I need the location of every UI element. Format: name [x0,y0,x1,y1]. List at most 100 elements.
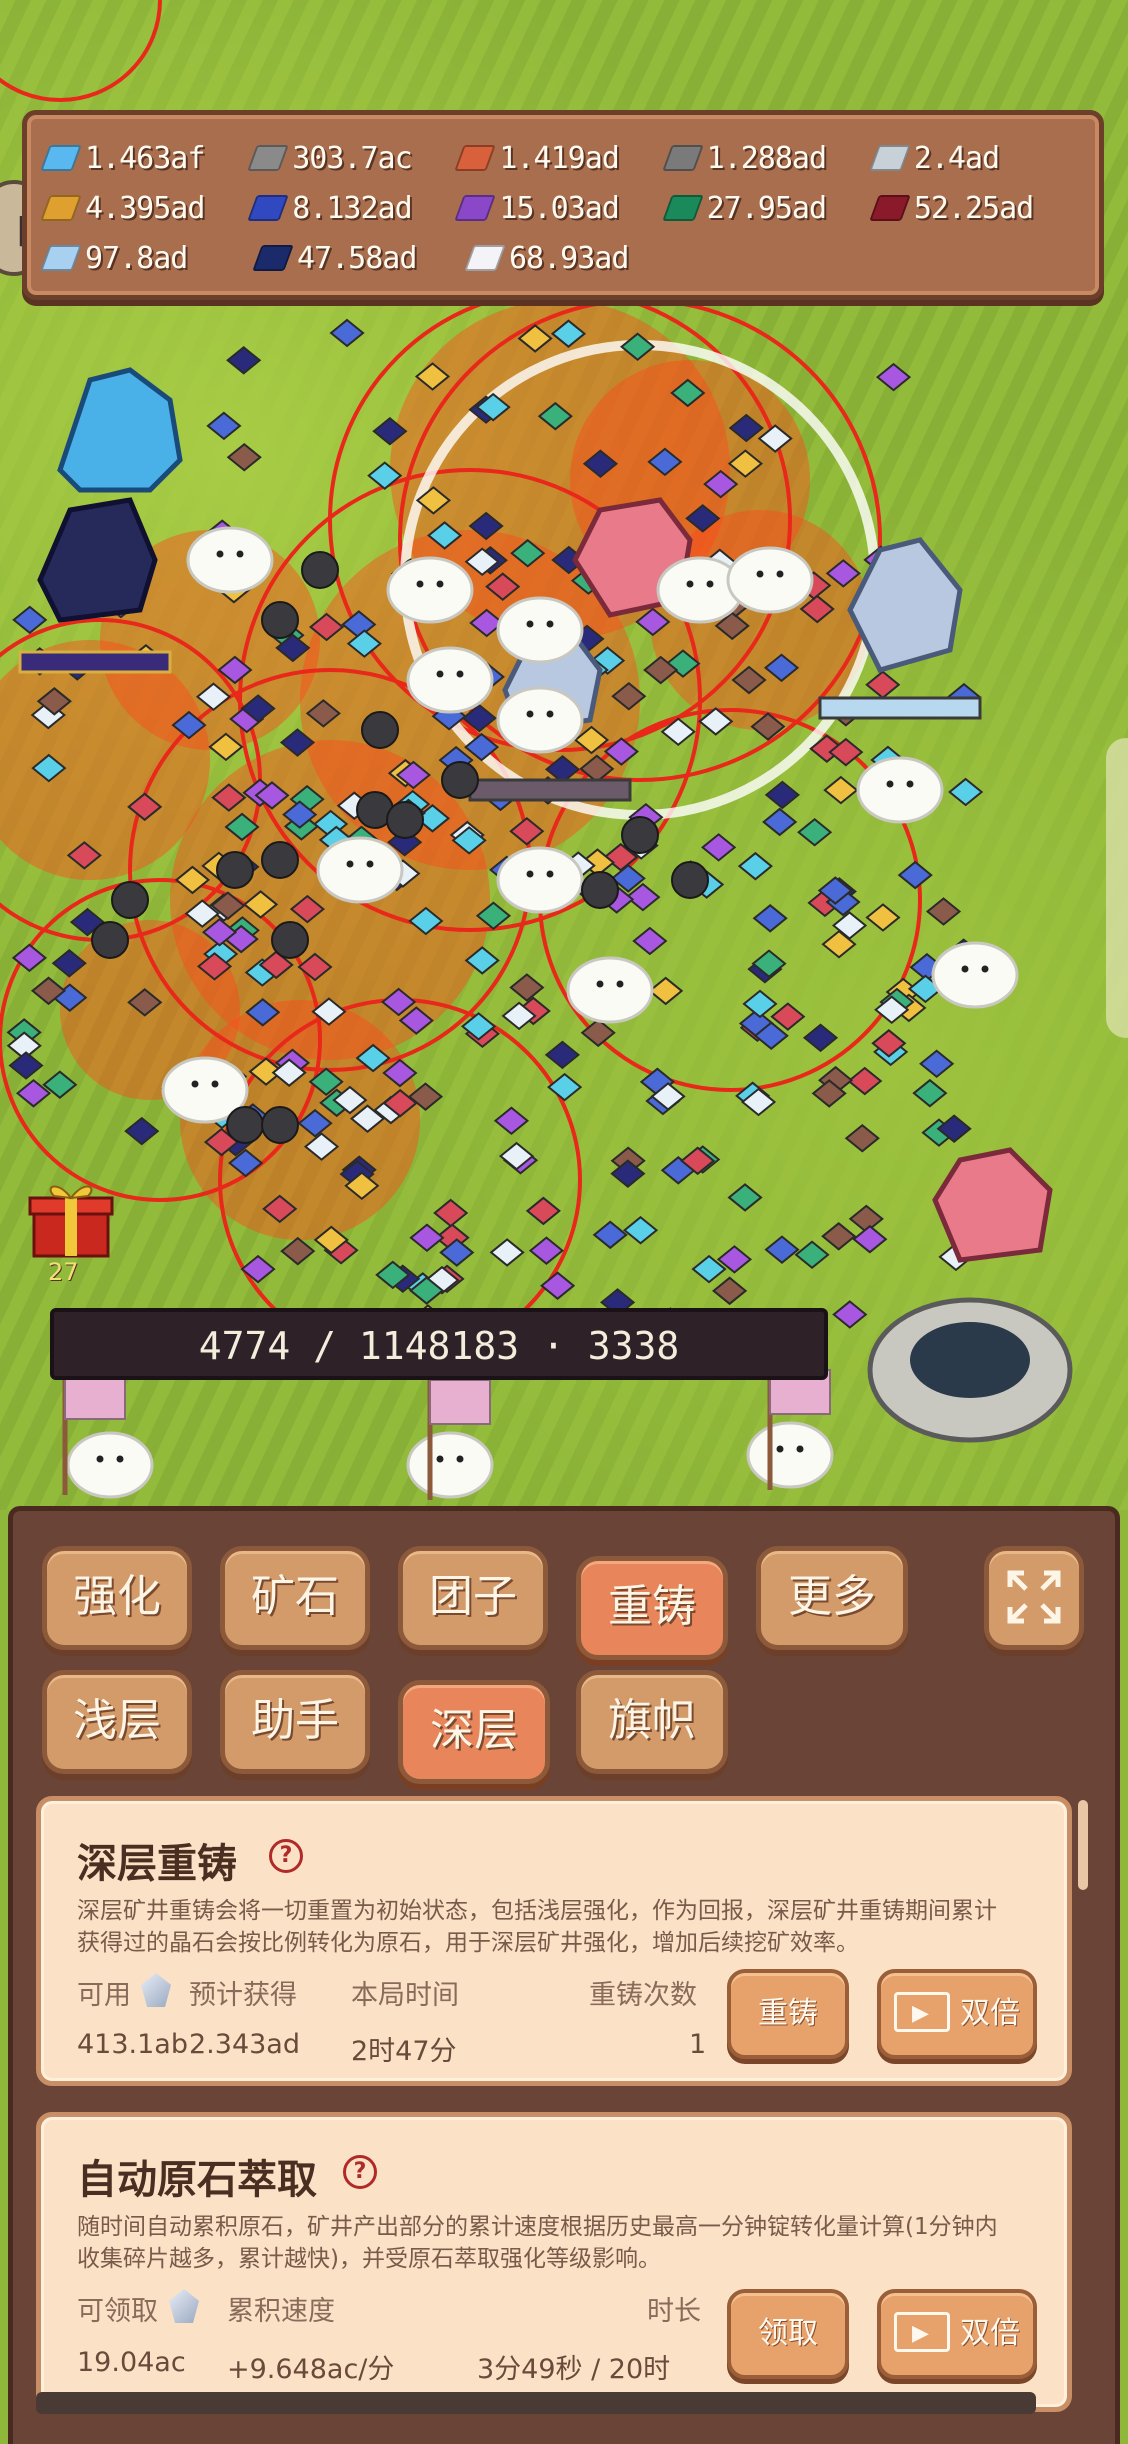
gem-shard [865,670,901,700]
resource-row: 4.395ad 8.132ad 15.03ad 27.95ad 52.25ad [40,183,1081,233]
double-label: 双倍 [960,2316,1020,2351]
subtab-flag[interactable]: 旗帜 [576,1670,728,1774]
dango-eye [886,780,894,788]
tab-ore[interactable]: 矿石 [220,1546,370,1650]
gem-shard [821,1222,857,1251]
gem-shard [509,973,545,1002]
resource-value: 2.4ad [913,140,1000,176]
bomb [261,1106,299,1144]
auto-extract-card: 自动原石萃取 ? 随时间自动累积原石，矿井产出部分的累计速度根据历史最高一分钟锭… [36,2112,1072,2412]
stone-ingot-icon [247,145,289,171]
resource-value: 8.132ad [292,190,412,226]
mine-progress-bar: 4774 / 1148183 · 3338 [50,1308,828,1380]
dango-creature [316,836,404,904]
amethyst-ingot-icon [454,195,497,221]
dango-eye [686,580,694,588]
gem-shard [329,318,365,348]
dango-eye [546,710,554,718]
emerald-ingot-icon [661,195,704,221]
dango-creature [406,646,494,714]
resource-row: 1.463af 303.7ac 1.419ad 1.288ad 2.4ad [40,133,1081,183]
label-speed: 累积速度 [227,2296,335,2327]
tab-more[interactable]: 更多 [756,1546,908,1650]
gem-shard [770,1002,806,1031]
resource-row: 97.8ad 47.58ad 68.93ad [40,233,1081,283]
dango-eye [191,1080,199,1088]
gem-shard [712,1276,748,1306]
dango-eye [981,965,989,973]
dango-creature [726,546,814,614]
right-drawer-handle[interactable] [1106,738,1128,1038]
card-desc-line2: 收集碎片越多，累计越快)，并受原石萃取强化等级影响。 [77,2246,661,2272]
resource-item: 1.463af [40,141,252,176]
resource-item: 52.25ad [869,191,1081,226]
value-claimable: 19.04ac [77,2347,186,2378]
resource-value: 1.288ad [706,140,827,176]
iron-ingot-icon [661,145,704,171]
gem-shard [525,1196,561,1226]
subtab-assistant[interactable]: 助手 [220,1670,370,1774]
value-round-time: 2时47分 [351,2036,457,2067]
gem-shard [489,1238,525,1267]
recast-button[interactable]: 重铸 [727,1969,849,2059]
recast-double-button[interactable]: 双倍 [877,1969,1037,2059]
resource-item: 1.288ad [661,140,874,176]
value-recast-count: 1 [689,2029,707,2060]
fullscreen-button[interactable] [984,1546,1084,1650]
gem-shard [852,1224,888,1254]
dango-eye [756,570,764,578]
pink-ore [932,1147,1053,1263]
tab-dango[interactable]: 团子 [398,1546,548,1650]
ruby-ingot-icon [869,195,911,221]
gem-shard [226,346,262,375]
help-icon[interactable]: ? [269,1839,303,1873]
tab-strengthen[interactable]: 强化 [42,1546,192,1650]
gem-shard [847,1066,883,1096]
blue-crystal-ore [57,367,183,493]
bomb [271,921,309,959]
resource-value: 1.419ad [499,140,619,176]
gem-shard [802,1023,839,1053]
raw-stone-icon [169,2289,199,2323]
gem-shard [124,1116,160,1146]
bomb [226,1106,264,1144]
subtab-shallow[interactable]: 浅层 [42,1670,192,1774]
scrollbar[interactable] [1078,1800,1088,1890]
resource-value: 68.93ad [509,240,629,276]
dango-creature [746,1421,834,1489]
resource-item: 97.8ad [40,241,257,276]
help-icon[interactable]: ? [343,2155,377,2189]
gem-shard [8,1051,44,1080]
tab-recast[interactable]: 重铸 [576,1556,728,1660]
deep-recast-card: 深层重铸 ? 深层矿井重铸会将一切重置为初始状态，包括浅层强化，作为回报，深层矿… [36,1796,1072,2086]
dango-creature [406,1431,494,1499]
blue-crystal-icon [40,145,82,171]
dango-creature [496,596,584,664]
bomb [621,816,659,854]
value-duration: 3分49秒 / 20时 [477,2354,671,2385]
gem-shard [832,1300,868,1329]
gem-shard [919,1049,955,1079]
bomb [301,551,339,589]
copper-ingot-icon [454,145,497,171]
gem-shard [12,605,48,635]
gem-shard [433,1198,469,1228]
gem-shard [493,1106,530,1136]
well-water [910,1322,1030,1398]
gem-shard [409,1223,445,1253]
claim-button[interactable]: 领取 [727,2289,849,2379]
video-ad-icon [894,2293,950,2375]
dango-eye [416,580,424,588]
gem-shard [794,1240,830,1270]
gem-shard [762,807,798,837]
gem-shard [592,1220,628,1250]
gem-shard [764,1235,800,1264]
gift-box-icon[interactable] [28,1178,114,1258]
claim-double-button[interactable]: 双倍 [877,2289,1037,2379]
resource-item: 303.7ac [247,141,459,176]
dango-eye [546,620,554,628]
resource-value: 27.95ad [706,190,827,226]
gem-shard [540,1271,576,1300]
silver-ingot-icon [869,145,911,171]
subtab-deep[interactable]: 深层 [398,1680,550,1784]
